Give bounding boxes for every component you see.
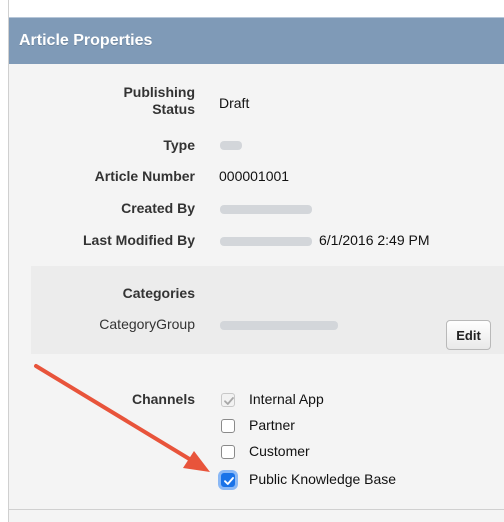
type-label: Type <box>163 137 195 153</box>
channel-customer-checkbox[interactable] <box>221 445 235 459</box>
section-title: Article Properties <box>19 32 153 49</box>
created-by-value-redacted <box>220 205 312 214</box>
check-icon <box>224 397 234 405</box>
bottom-divider <box>9 509 504 510</box>
publishing-status-label: Publishing Status <box>15 84 195 118</box>
categories-section <box>31 266 504 354</box>
check-icon <box>224 477 234 485</box>
edit-categories-button[interactable]: Edit <box>446 320 491 350</box>
channel-public-knowledge-base-label: Public Knowledge Base <box>249 471 397 487</box>
category-value-redacted <box>220 321 338 330</box>
last-modified-by-value-redacted <box>220 237 312 246</box>
channel-partner-checkbox[interactable] <box>221 419 235 433</box>
channel-internal-app-checkbox[interactable] <box>221 393 235 407</box>
channel-internal-app-label: Internal App <box>249 391 324 407</box>
categories-heading: Categories <box>122 285 195 301</box>
publishing-status-value: Draft <box>219 95 250 111</box>
category-group-label: CategoryGroup <box>99 316 195 332</box>
last-modified-by-label: Last Modified By <box>82 232 195 248</box>
article-number-label: Article Number <box>94 168 195 184</box>
article-number-value: 000001001 <box>219 168 290 184</box>
channel-public-knowledge-base-checkbox[interactable] <box>221 473 235 487</box>
channels-label: Channels <box>131 391 195 407</box>
top-strip <box>9 0 504 17</box>
channel-partner-label: Partner <box>249 417 295 433</box>
created-by-label: Created By <box>121 200 195 216</box>
type-value-redacted <box>220 141 242 150</box>
publishing-status-label-line1: Publishing <box>123 84 195 100</box>
article-properties-panel: Article Properties Publishing Status Dra… <box>8 0 504 522</box>
channel-customer-label: Customer <box>249 443 310 459</box>
section-header: Article Properties <box>9 17 504 64</box>
publishing-status-label-line2: Status <box>152 101 195 117</box>
last-modified-date: 6/1/2016 2:49 PM <box>319 232 430 248</box>
